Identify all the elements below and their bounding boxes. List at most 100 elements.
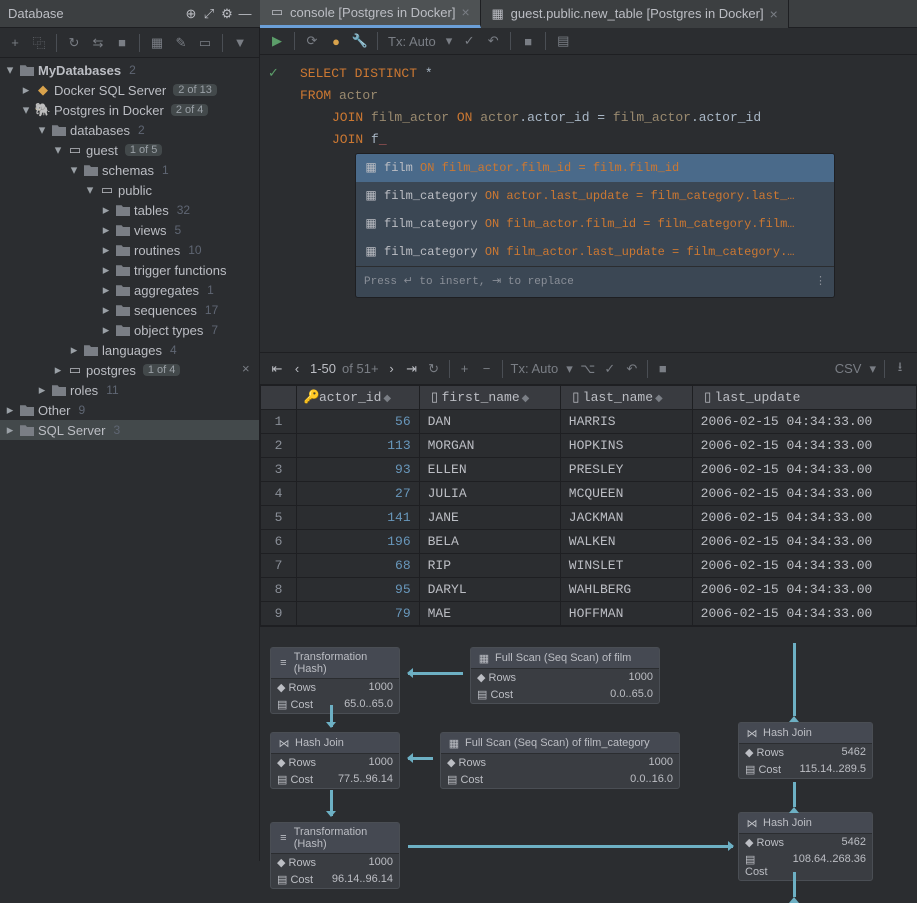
cell[interactable]: 2006-02-15 04:34:33.00	[692, 458, 916, 482]
history-icon[interactable]: ⟳	[305, 34, 319, 48]
tree-routines[interactable]: ▸routines10	[0, 240, 259, 260]
tab-console[interactable]: ▭ console [Postgres in Docker] ×	[260, 0, 481, 28]
last-page-icon[interactable]: ⇥	[405, 362, 419, 376]
edit-icon[interactable]: ✎	[174, 36, 188, 50]
close-icon[interactable]: ×	[770, 6, 778, 22]
table-view-icon[interactable]: ▦	[150, 36, 164, 50]
table-row[interactable]: 1 56 DAN HARRIS 2006-02-15 04:34:33.00	[261, 410, 917, 434]
plan-node[interactable]: ≡Transformation (Hash) ◆ Rows1000 ▤ Cost…	[270, 647, 400, 714]
tree-aggregates[interactable]: ▸aggregates1	[0, 280, 259, 300]
rollback-icon[interactable]: ↶	[625, 362, 639, 376]
add-row-icon[interactable]: +	[458, 362, 472, 376]
tree-postgres[interactable]: ▾🐘Postgres in Docker2 of 4	[0, 100, 259, 120]
cell[interactable]: 27	[297, 482, 420, 506]
cell[interactable]: WALKEN	[560, 530, 692, 554]
tx-mode[interactable]: Tx: Auto	[511, 361, 559, 376]
ac-item[interactable]: ▦film_category ON film_actor.film_id = f…	[356, 210, 834, 238]
first-page-icon[interactable]: ⇤	[270, 362, 284, 376]
settings-icon[interactable]: ⚙	[220, 7, 234, 21]
cell[interactable]: MCQUEEN	[560, 482, 692, 506]
table-row[interactable]: 5 141 JANE JACKMAN 2006-02-15 04:34:33.0…	[261, 506, 917, 530]
sync-icon[interactable]: ⇆	[91, 36, 105, 50]
cell[interactable]: JANE	[419, 506, 560, 530]
cell[interactable]: 2006-02-15 04:34:33.00	[692, 482, 916, 506]
tree-triggerfn[interactable]: ▸trigger functions	[0, 260, 259, 280]
cell[interactable]: WINSLET	[560, 554, 692, 578]
refresh-icon[interactable]: ↻	[67, 36, 81, 50]
sql-editor[interactable]: ✓ SELECT DISTINCT * FROM actor JOIN film…	[260, 55, 917, 306]
cell[interactable]: JACKMAN	[560, 506, 692, 530]
col-header[interactable]: ▯last_update	[692, 386, 916, 410]
cell[interactable]: 95	[297, 578, 420, 602]
tree-languages[interactable]: ▸languages4	[0, 340, 259, 360]
diagram-icon[interactable]: ▭	[198, 36, 212, 50]
tree-postgres-db[interactable]: ▸▭postgres1 of 4	[0, 360, 259, 380]
download-icon[interactable]: ⭳	[893, 362, 907, 376]
tree-views[interactable]: ▸views5	[0, 220, 259, 240]
cell[interactable]: 68	[297, 554, 420, 578]
target-icon[interactable]: ⊕	[184, 7, 198, 21]
execution-plan[interactable]: ≡Transformation (Hash) ◆ Rows1000 ▤ Cost…	[260, 626, 917, 861]
plan-node[interactable]: ▦Full Scan (Seq Scan) of film ◆ Rows1000…	[470, 647, 660, 704]
ac-item[interactable]: ▦film ON film_actor.film_id = film.film_…	[356, 154, 834, 182]
plan-node[interactable]: ▦Full Scan (Seq Scan) of film_category ◆…	[440, 732, 680, 789]
cell[interactable]: MORGAN	[419, 434, 560, 458]
cell[interactable]: DARYL	[419, 578, 560, 602]
run-icon[interactable]: ▶	[270, 34, 284, 48]
tree-sequences[interactable]: ▸sequences17	[0, 300, 259, 320]
filter-icon[interactable]: ▼	[233, 36, 247, 50]
cell[interactable]: 141	[297, 506, 420, 530]
table-row[interactable]: 3 93 ELLEN PRESLEY 2006-02-15 04:34:33.0…	[261, 458, 917, 482]
cell[interactable]: JULIA	[419, 482, 560, 506]
tab-table[interactable]: ▦ guest.public.new_table [Postgres in Do…	[481, 0, 789, 28]
cell[interactable]: DAN	[419, 410, 560, 434]
cell[interactable]: 2006-02-15 04:34:33.00	[692, 602, 916, 626]
tree-root[interactable]: ▾MyDatabases2	[0, 60, 259, 80]
plan-node[interactable]: ⋈Hash Join ◆ Rows5462 ▤ Cost108.64..268.…	[738, 812, 873, 881]
tree-schemas[interactable]: ▾schemas1	[0, 160, 259, 180]
cell[interactable]: HOFFMAN	[560, 602, 692, 626]
cell[interactable]: 196	[297, 530, 420, 554]
cell[interactable]: 2006-02-15 04:34:33.00	[692, 410, 916, 434]
cell[interactable]: 2006-02-15 04:34:33.00	[692, 506, 916, 530]
cell[interactable]: ELLEN	[419, 458, 560, 482]
stop-icon[interactable]: ■	[521, 34, 535, 48]
wrench-icon[interactable]: 🔧	[353, 34, 367, 48]
add-icon[interactable]: +	[8, 36, 22, 50]
tree-objecttypes[interactable]: ▸object types7	[0, 320, 259, 340]
cell[interactable]: 56	[297, 410, 420, 434]
table-row[interactable]: 7 68 RIP WINSLET 2006-02-15 04:34:33.00	[261, 554, 917, 578]
duplicate-icon[interactable]: ⿻	[32, 36, 46, 50]
cell[interactable]: MAE	[419, 602, 560, 626]
tree-other[interactable]: ▸Other9	[0, 400, 259, 420]
tx-mode[interactable]: Tx: Auto	[388, 34, 436, 49]
tree-roles[interactable]: ▸roles11	[0, 380, 259, 400]
cell[interactable]: RIP	[419, 554, 560, 578]
plan-node[interactable]: ⋈Hash Join ◆ Rows5462 ▤ Cost115.14..289.…	[738, 722, 873, 779]
cell[interactable]: HOPKINS	[560, 434, 692, 458]
cell[interactable]: PRESLEY	[560, 458, 692, 482]
cell[interactable]: HARRIS	[560, 410, 692, 434]
cell[interactable]: 2006-02-15 04:34:33.00	[692, 530, 916, 554]
refresh-icon[interactable]: ↻	[427, 362, 441, 376]
more-icon[interactable]: ⋮	[815, 271, 826, 293]
tree-tables[interactable]: ▸tables32	[0, 200, 259, 220]
plan-node[interactable]: ⋈Hash Join ◆ Rows1000 ▤ Cost77.5..96.14	[270, 732, 400, 789]
cell[interactable]: 113	[297, 434, 420, 458]
next-page-icon[interactable]: ›	[385, 362, 399, 376]
commit-icon[interactable]: ✓	[462, 34, 476, 48]
stop-icon[interactable]: ■	[115, 36, 129, 50]
stop-icon[interactable]: ■	[656, 362, 670, 376]
export-format[interactable]: CSV	[835, 361, 862, 376]
cell[interactable]: BELA	[419, 530, 560, 554]
explain-icon[interactable]: ●	[329, 34, 343, 48]
col-header[interactable]: ▯last_name◆	[560, 386, 692, 410]
cell[interactable]: WAHLBERG	[560, 578, 692, 602]
layout-icon[interactable]: ▤	[556, 34, 570, 48]
table-row[interactable]: 6 196 BELA WALKEN 2006-02-15 04:34:33.00	[261, 530, 917, 554]
tree-docker[interactable]: ▸◆Docker SQL Server2 of 13	[0, 80, 259, 100]
table-row[interactable]: 2 113 MORGAN HOPKINS 2006-02-15 04:34:33…	[261, 434, 917, 458]
commit-icon[interactable]: ✓	[603, 362, 617, 376]
table-row[interactable]: 8 95 DARYL WAHLBERG 2006-02-15 04:34:33.…	[261, 578, 917, 602]
minimize-icon[interactable]: —	[238, 7, 252, 21]
